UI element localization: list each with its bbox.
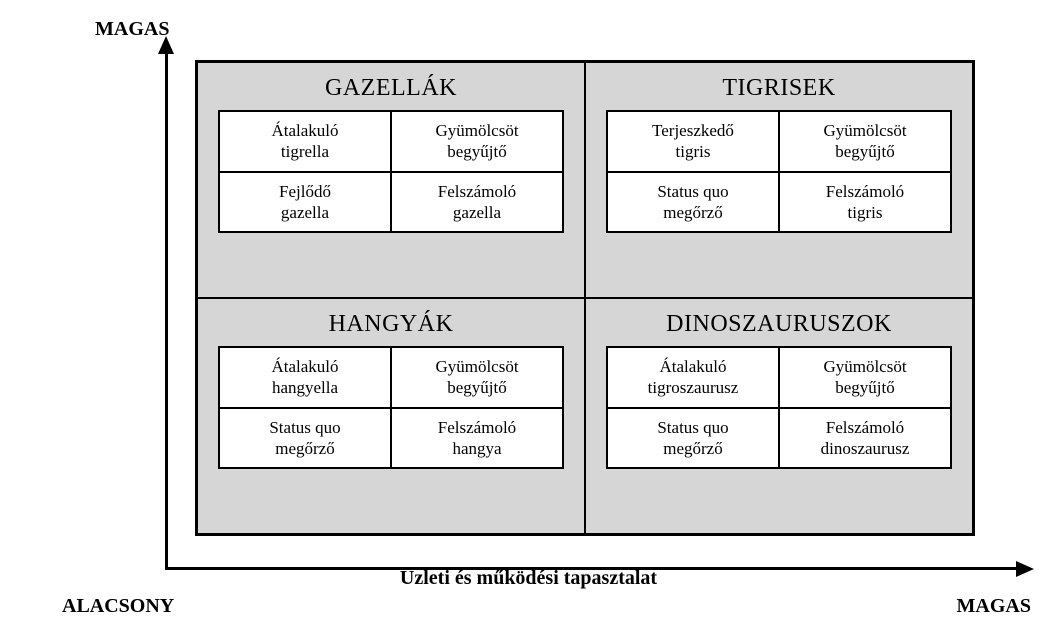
cell: Felszámoló gazella bbox=[391, 172, 563, 233]
quadrant-top-right: TIGRISEK Terjeszkedő tigris Gyümölcsöt b… bbox=[585, 62, 973, 298]
quadrant-bottom-right: DINOSZAURUSZOK Átalakuló tigroszaurusz G… bbox=[585, 298, 973, 534]
cell: Fejlődő gazella bbox=[219, 172, 391, 233]
cell: Átalakuló hangyella bbox=[219, 347, 391, 408]
arrow-right-icon bbox=[1016, 561, 1034, 577]
cell: Átalakuló tigroszaurusz bbox=[607, 347, 779, 408]
cell: Felszámoló dinoszaurusz bbox=[779, 408, 951, 469]
subgrid: Átalakuló hangyella Gyümölcsöt begyűjtő … bbox=[218, 346, 564, 469]
corner-label-bottom-right: MAGAS bbox=[957, 595, 1031, 618]
quadrant-title: DINOSZAURUSZOK bbox=[666, 311, 892, 338]
cell: Status quo megőrző bbox=[607, 408, 779, 469]
x-axis-line bbox=[165, 567, 1020, 570]
quadrant-bottom-left: HANGYÁK Átalakuló hangyella Gyümölcsöt b… bbox=[197, 298, 585, 534]
y-axis-line bbox=[165, 50, 168, 570]
subgrid: Átalakuló tigrella Gyümölcsöt begyűjtő F… bbox=[218, 110, 564, 233]
x-axis-label: Üzleti és működési tapasztalat bbox=[400, 567, 657, 590]
corner-label-bottom-left: ALACSONY bbox=[62, 595, 174, 618]
cell: Átalakuló tigrella bbox=[219, 111, 391, 172]
subgrid: Terjeszkedő tigris Gyümölcsöt begyűjtő S… bbox=[606, 110, 952, 233]
quadrant-top-left: GAZELLÁK Átalakuló tigrella Gyümölcsöt b… bbox=[197, 62, 585, 298]
quadrant-title: TIGRISEK bbox=[722, 75, 835, 102]
cell: Gyümölcsöt begyűjtő bbox=[391, 347, 563, 408]
quadrant-title: GAZELLÁK bbox=[325, 75, 457, 102]
cell: Gyümölcsöt begyűjtő bbox=[779, 111, 951, 172]
cell: Felszámoló tigris bbox=[779, 172, 951, 233]
cell: Felszámoló hangya bbox=[391, 408, 563, 469]
cell: Gyümölcsöt begyűjtő bbox=[391, 111, 563, 172]
cell: Terjeszkedő tigris bbox=[607, 111, 779, 172]
quadrant-title: HANGYÁK bbox=[329, 311, 454, 338]
matrix-grid: GAZELLÁK Átalakuló tigrella Gyümölcsöt b… bbox=[195, 60, 975, 536]
arrow-up-icon bbox=[158, 36, 174, 54]
cell: Status quo megőrző bbox=[219, 408, 391, 469]
cell: Gyümölcsöt begyűjtő bbox=[779, 347, 951, 408]
subgrid: Átalakuló tigroszaurusz Gyümölcsöt begyű… bbox=[606, 346, 952, 469]
cell: Status quo megőrző bbox=[607, 172, 779, 233]
